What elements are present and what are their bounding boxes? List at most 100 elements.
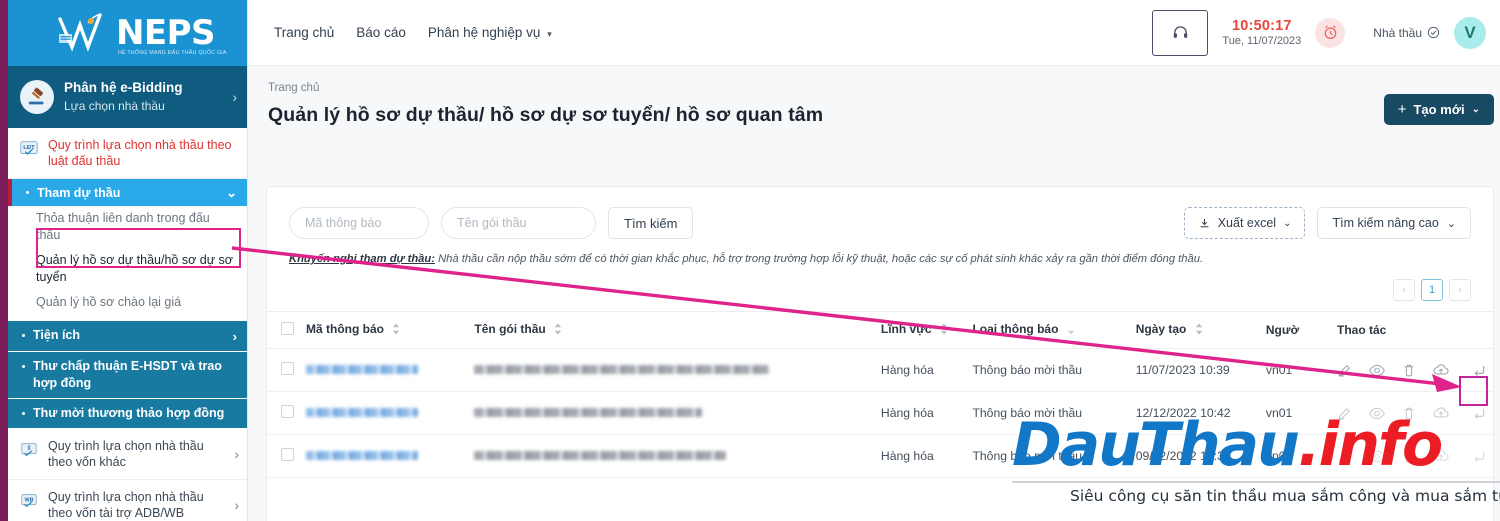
chevron-right-icon[interactable]: ›	[234, 497, 239, 513]
cell-loai-thong-bao: Thông báo mời thầu	[966, 348, 1130, 392]
user-role[interactable]: Nhà thầu	[1373, 26, 1440, 40]
th-loai-thong-bao[interactable]: Loại thông báo	[966, 311, 1130, 349]
sidebar-item-label: Thư mời thương thảo hợp đồng	[33, 406, 225, 420]
chevron-right-icon[interactable]: ›	[232, 89, 237, 105]
chevron-down-icon[interactable]: ⌄	[226, 185, 237, 201]
sort-arrows-svg	[554, 323, 562, 335]
sidebar-item-von-tai-tro-adb-wb[interactable]: WB Quy trình lựa chọn nhà thầu theo vốn …	[8, 480, 247, 521]
row-select-cell	[267, 434, 300, 478]
search-name-input[interactable]: Tên gói thầu	[441, 207, 596, 239]
th-ten-goi-thau[interactable]: Tên gói thầu	[468, 311, 875, 349]
filter-toolbar: Mã thông báo Tên gói thầu Tìm kiếm Xuất …	[267, 187, 1493, 239]
redacted-code-link[interactable]	[306, 365, 418, 374]
bullet-dot-icon	[22, 334, 25, 337]
row-checkbox[interactable]	[281, 448, 294, 461]
nav-item-bao-cao[interactable]: Báo cáo	[356, 25, 406, 40]
redacted-name-text	[474, 451, 727, 460]
cell-ma-thong-bao[interactable]	[300, 391, 469, 435]
return-icon[interactable]	[1472, 363, 1487, 377]
eye-icon[interactable]	[1369, 406, 1385, 421]
alarm-button[interactable]	[1315, 17, 1346, 48]
row-actions	[1337, 449, 1487, 464]
sidebar-subitem-thoa-thuan-lien-danh[interactable]: Thỏa thuận liên danh trong đấu thầu	[8, 206, 247, 248]
sort-icon[interactable]	[1195, 323, 1203, 338]
redacted-code-link[interactable]	[306, 451, 418, 460]
upload-cloud-icon[interactable]	[1433, 449, 1449, 463]
funds-adbwb-icon: WB	[18, 489, 40, 511]
sort-icon[interactable]	[940, 323, 948, 338]
sidebar-item-tham-du-thau[interactable]: Tham dự thầu ⌄	[8, 179, 247, 206]
th-ma-thong-bao[interactable]: Mã thông báo	[300, 311, 469, 349]
avatar-initial: V	[1464, 22, 1476, 42]
export-excel-button[interactable]: Xuất excel ⌄	[1183, 207, 1306, 239]
edit-pencil-icon[interactable]	[1337, 363, 1352, 378]
chevron-right-icon[interactable]: ›	[234, 446, 239, 462]
eye-icon[interactable]	[1369, 449, 1385, 464]
pagination-page-1[interactable]: 1	[1421, 279, 1443, 301]
sort-icon[interactable]	[554, 323, 562, 338]
trash-icon[interactable]	[1402, 449, 1416, 464]
edit-pencil-icon[interactable]	[1337, 449, 1352, 464]
avatar[interactable]: V	[1454, 16, 1486, 49]
sidebar-subitem-quan-ly-ho-so-chao-lai-gia[interactable]: Quản lý hồ sơ chào lại giá	[8, 290, 247, 315]
row-checkbox[interactable]	[281, 362, 294, 375]
pagination-next[interactable]: ›	[1449, 279, 1471, 301]
redacted-code-link[interactable]	[306, 408, 418, 417]
breadcrumb[interactable]: Trang chủ	[248, 66, 1500, 94]
trash-icon[interactable]	[1402, 363, 1416, 378]
th-ngay-tao[interactable]: Ngày tạo	[1129, 311, 1260, 349]
support-button[interactable]	[1152, 9, 1209, 56]
nav-item-trang-chu[interactable]: Trang chủ	[274, 25, 334, 40]
eye-icon[interactable]	[1369, 363, 1385, 378]
verified-check-icon	[1427, 26, 1440, 39]
user-role-label: Nhà thầu	[1373, 25, 1422, 40]
sidebar-item-tien-ich[interactable]: Tiện ích ›	[8, 321, 247, 352]
brand-header[interactable]: NEPS HỆ THỐNG MẠNG ĐẤU THẦU QUỐC GIA	[8, 0, 247, 66]
sort-arrows-svg	[393, 323, 400, 335]
table-body: Hàng hóa Thông báo mời thầu 11/07/2023 1…	[267, 348, 1493, 478]
subsystem-text: Phân hệ e-Bidding Lựa chọn nhà thầu	[64, 80, 222, 114]
sidebar-item-von-khac[interactable]: ₫ Quy trình lựa chọn nhà thầu theo vốn k…	[8, 429, 247, 480]
sort-icon[interactable]	[392, 323, 400, 338]
nav-item-label: Phân hệ nghiệp vụ	[427, 25, 541, 40]
table-row[interactable]: Hàng hóa Thông báo mời thầu 11/07/2023 1…	[267, 348, 1493, 392]
sidebar-subitem-quan-ly-ho-so-du-thau[interactable]: Quản lý hồ sơ dự thầu/hồ sơ dự sơ tuyển	[8, 248, 247, 290]
cell-ma-thong-bao[interactable]	[300, 434, 469, 478]
return-icon[interactable]	[1472, 449, 1487, 463]
cell-ten-goi-thau	[468, 434, 875, 478]
table-header-row: Mã thông báo Tên gói thầu Lĩnh vực Loại …	[267, 311, 1493, 349]
clock-date: Tue, 11/07/2023	[1222, 34, 1302, 47]
nav-item-phan-he-nghiep-vu[interactable]: Phân hệ nghiệp vụ ▾	[428, 25, 552, 40]
sort-arrows-svg	[1067, 330, 1074, 335]
create-new-label: Tạo mới	[1413, 102, 1465, 117]
th-linh-vuc[interactable]: Lĩnh vực	[874, 311, 967, 349]
row-checkbox[interactable]	[281, 405, 294, 418]
advanced-search-button[interactable]: Tìm kiếm nâng cao ⌄	[1317, 207, 1471, 239]
chevron-right-icon[interactable]: ›	[233, 328, 237, 345]
clock-time: 10:50:17	[1232, 17, 1292, 34]
upload-cloud-icon[interactable]	[1433, 363, 1449, 377]
cell-ten-goi-thau	[468, 391, 875, 435]
svg-text:WB: WB	[24, 497, 33, 503]
sidebar-item-thu-chap-thuan-ehsdt[interactable]: Thư chấp thuận E-HSDT và trao hợp đồng	[8, 352, 247, 399]
cell-nguoi: vn01	[1259, 391, 1331, 435]
return-icon[interactable]	[1472, 406, 1487, 420]
chevron-down-icon: ⌄	[1446, 217, 1456, 230]
sidebar-item-quy-trinh-luat-dau-thau[interactable]: LĐT Quy trình lựa chọn nhà thầu theo luậ…	[8, 128, 247, 179]
pagination-prev[interactable]: ‹	[1393, 279, 1415, 301]
create-new-button[interactable]: + Tạo mới ⌄	[1383, 94, 1494, 125]
cell-ma-thong-bao[interactable]	[300, 348, 469, 392]
trash-icon[interactable]	[1402, 406, 1416, 421]
sidebar-item-thu-moi-thuong-thao[interactable]: Thư mời thương thảo hợp đồng	[8, 399, 247, 429]
search-button[interactable]: Tìm kiếm	[608, 207, 694, 239]
table-row[interactable]: Hàng hóa Thông báo mời thầu 09/12/2022 1…	[267, 434, 1493, 478]
upload-cloud-icon[interactable]	[1433, 406, 1449, 420]
sort-icon[interactable]	[1067, 323, 1075, 338]
search-code-input[interactable]: Mã thông báo	[289, 207, 429, 239]
subsystem-selector[interactable]: Phân hệ e-Bidding Lựa chọn nhà thầu ›	[8, 66, 247, 128]
edit-pencil-icon[interactable]	[1337, 406, 1352, 421]
table-row[interactable]: Hàng hóa Thông báo mời thầu 12/12/2022 1…	[267, 391, 1493, 435]
th-label: Mã thông báo	[306, 322, 384, 337]
select-all-checkbox[interactable]	[281, 322, 294, 335]
cell-nguoi: vn01	[1259, 434, 1331, 478]
